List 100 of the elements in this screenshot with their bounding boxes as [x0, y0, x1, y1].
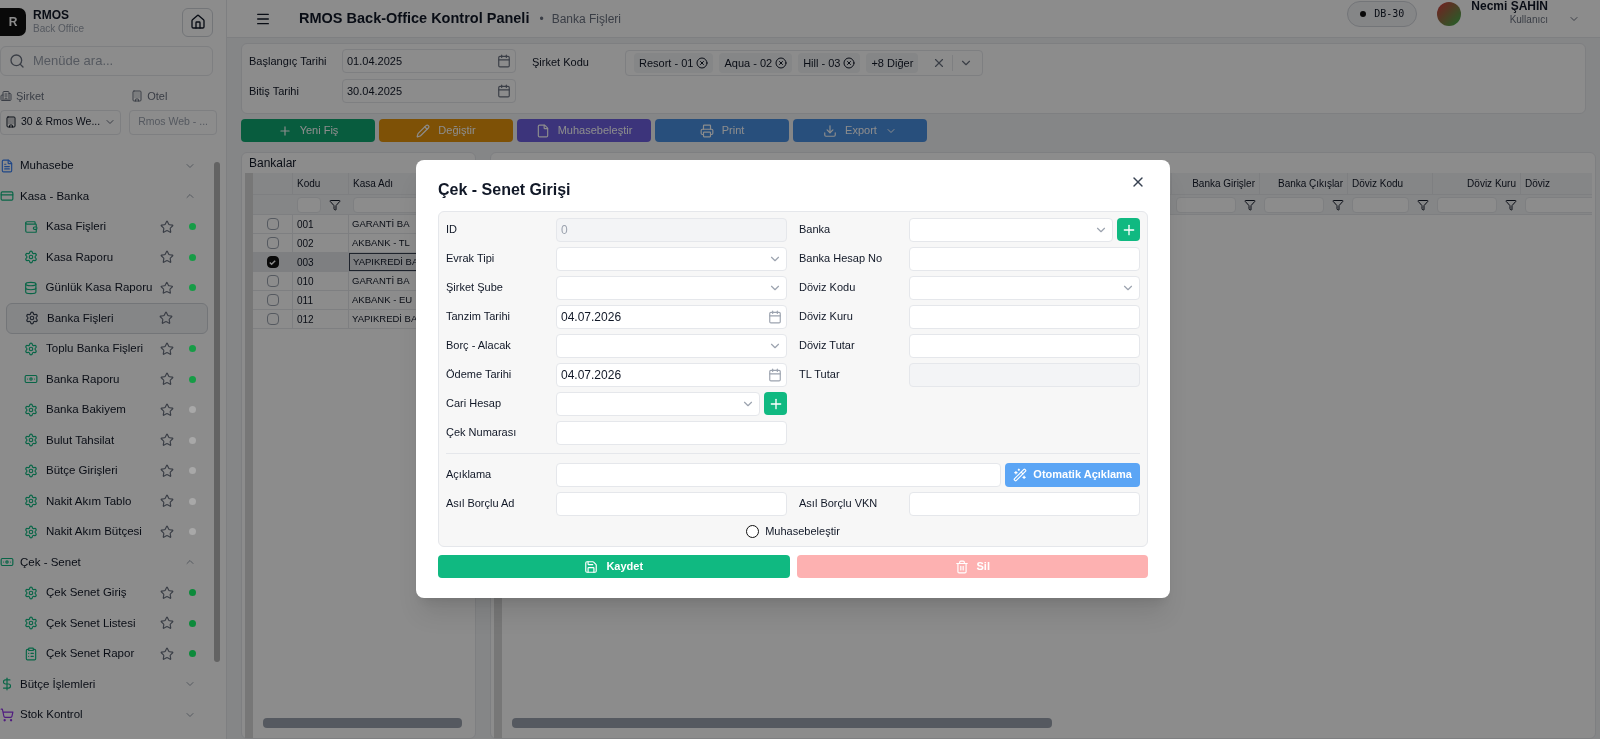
checkbox[interactable]: [266, 256, 279, 268]
select-field[interactable]: [556, 333, 787, 358]
remove-icon[interactable]: [843, 57, 856, 69]
star-icon[interactable]: [159, 311, 173, 326]
menu-item[interactable]: Çek Senet Listesi: [6, 608, 208, 639]
star-icon[interactable]: [160, 616, 174, 631]
checkbox[interactable]: [266, 275, 279, 287]
star-icon[interactable]: [160, 280, 174, 295]
tag[interactable]: Aqua - 02: [719, 53, 793, 73]
star-icon[interactable]: [160, 341, 174, 356]
menu-item[interactable]: Kasa Fişleri: [6, 211, 208, 242]
input-field[interactable]: [556, 491, 787, 516]
app-name: RMOS: [33, 8, 70, 24]
select-field[interactable]: [556, 275, 787, 300]
field-label: Döviz Kodu: [799, 280, 857, 296]
gear-icon: [24, 250, 38, 265]
field-label: Çek Numarası: [446, 425, 518, 441]
filter-icon[interactable]: [1417, 198, 1429, 211]
star-icon[interactable]: [160, 402, 174, 417]
remove-icon[interactable]: [775, 57, 788, 69]
input-field[interactable]: [909, 491, 1140, 516]
horizontal-scrollbar[interactable]: [263, 718, 462, 728]
company-code-select[interactable]: Resort - 01 Aqua - 02 Hill - 03 +8 Diğer: [625, 50, 983, 76]
select-field[interactable]: [556, 246, 787, 271]
menu-group[interactable]: Stok Kontrol: [0, 699, 208, 730]
menu-group[interactable]: Muhasebe: [0, 150, 208, 181]
star-icon[interactable]: [160, 372, 174, 387]
checkbox[interactable]: [266, 218, 279, 230]
date-field[interactable]: 04.07.2026: [556, 304, 787, 329]
checkbox[interactable]: [266, 237, 279, 249]
hotel-label: Otel: [147, 89, 168, 104]
column-header[interactable]: Döviz: [1521, 173, 1592, 194]
select-field[interactable]: [556, 391, 760, 416]
menu-item[interactable]: Toplu Banka Fişleri: [6, 333, 208, 364]
star-icon[interactable]: [160, 433, 174, 448]
input-field[interactable]: [909, 333, 1140, 358]
scrollbar[interactable]: [214, 162, 220, 662]
home-button[interactable]: [182, 7, 213, 37]
star-icon[interactable]: [160, 646, 174, 661]
input-field[interactable]: [909, 246, 1140, 271]
field-label: Ödeme Tarihi: [446, 367, 513, 383]
star-icon[interactable]: [160, 250, 174, 265]
calendar-icon: [768, 367, 782, 382]
toolbar-button[interactable]: Muhasebeleştir: [517, 119, 651, 142]
add-button[interactable]: [1117, 218, 1140, 241]
select-field[interactable]: [909, 275, 1140, 300]
menu-item[interactable]: Çek Senet Giriş: [6, 577, 208, 608]
input-field[interactable]: [909, 304, 1140, 329]
menu-item[interactable]: Banka Raporu: [6, 364, 208, 395]
menu-group[interactable]: Çek - Senet: [0, 547, 208, 578]
menu-item[interactable]: Günlük Kasa Raporu: [6, 272, 208, 303]
menu-item[interactable]: Bulut Tahsilat: [6, 425, 208, 456]
filter-icon[interactable]: [1505, 198, 1517, 211]
star-icon[interactable]: [160, 585, 174, 600]
menu-item[interactable]: Nakit Akım Bütçesi: [6, 516, 208, 547]
column-header[interactable]: Döviz Kuru: [1433, 173, 1521, 194]
company-select[interactable]: 30 & Rmos We...: [0, 109, 122, 135]
cart-icon: [0, 707, 14, 722]
dollar-icon: [0, 677, 14, 692]
horizontal-scrollbar[interactable]: [512, 718, 1052, 728]
post-radio[interactable]: Muhasebeleştir: [746, 522, 840, 540]
column-header[interactable]: Kodu: [293, 173, 349, 194]
field-label: Şirket Şube: [446, 280, 504, 296]
filter-icon[interactable]: [329, 198, 341, 211]
menu-item[interactable]: Banka Bakiyem: [6, 394, 208, 425]
menu-item[interactable]: Bütçe Girişleri: [6, 455, 208, 486]
star-icon[interactable]: [160, 219, 174, 234]
tag[interactable]: Resort - 01: [634, 53, 714, 73]
input-field[interactable]: [556, 462, 1002, 487]
gear-icon: [24, 402, 38, 417]
star-icon[interactable]: [160, 463, 174, 478]
menu-item[interactable]: Nakit Akım Tablo: [6, 486, 208, 517]
menu-item[interactable]: Çek Senet Rapor: [6, 638, 208, 669]
column-header[interactable]: Banka Çıkışlar: [1260, 173, 1348, 194]
menu-group[interactable]: Kasa - Banka: [0, 181, 208, 212]
checkbox[interactable]: [266, 294, 279, 306]
tag[interactable]: Hill - 03: [798, 53, 861, 73]
column-header[interactable]: Döviz Kodu: [1348, 173, 1433, 194]
gear-icon: [24, 616, 38, 631]
filter-icon[interactable]: [1244, 198, 1256, 211]
add-button[interactable]: [764, 392, 787, 415]
remove-icon[interactable]: [696, 57, 709, 69]
menu-item[interactable]: Kasa Raporu: [6, 242, 208, 273]
field-label: Döviz Tutar: [799, 338, 856, 354]
save-icon: [584, 559, 599, 574]
date-field[interactable]: 01.04.2025: [342, 49, 516, 73]
building-icon: [131, 90, 144, 103]
more-tag[interactable]: +8 Diğer: [866, 53, 919, 73]
menu-item[interactable]: Banka Fişleri: [6, 303, 208, 334]
filter-icon[interactable]: [1332, 198, 1344, 211]
menu-group[interactable]: Bütçe İşlemleri: [0, 669, 208, 700]
star-icon[interactable]: [160, 524, 174, 539]
column-header[interactable]: Banka Girişler: [1172, 173, 1260, 194]
date-field[interactable]: 30.04.2025: [342, 79, 516, 103]
field-label: Banka: [799, 222, 832, 238]
input-field[interactable]: [556, 420, 787, 445]
checkbox[interactable]: [266, 313, 279, 325]
date-field[interactable]: 04.07.2026: [556, 362, 787, 387]
select-field[interactable]: [909, 217, 1113, 242]
star-icon[interactable]: [160, 494, 174, 509]
